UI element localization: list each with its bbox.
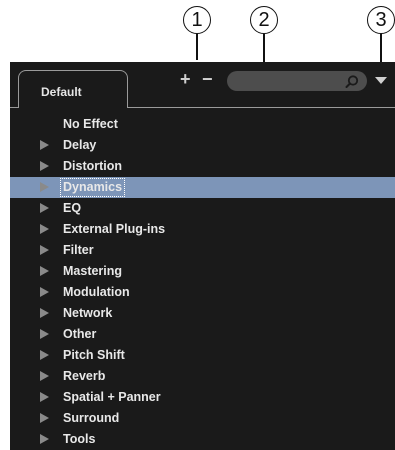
effect-category-item[interactable]: Surround [10,408,395,429]
effect-category-item[interactable]: No Effect [10,114,395,135]
screenshot-stage: 1 2 3 Default + − No Effect Delay Distorti… [0,0,395,450]
effect-category-item[interactable]: Network [10,303,395,324]
tab-default[interactable]: Default [18,70,128,108]
expand-arrow-icon[interactable] [40,224,49,234]
expand-arrow-icon[interactable] [40,140,49,150]
add-preset-button[interactable]: + [180,70,191,88]
effect-category-label: Mastering [63,264,123,278]
effect-category-item[interactable]: Pitch Shift [10,345,395,366]
callout-1: 1 [183,6,211,34]
effect-category-label: External Plug-ins [63,222,166,236]
effect-category-item[interactable]: Spatial + Panner [10,387,395,408]
expand-arrow-icon[interactable] [40,392,49,402]
effects-browser-panel: Default + − No Effect Delay Distortion Dyna… [10,62,395,450]
effect-category-item[interactable]: Delay [10,135,395,156]
expand-arrow-icon[interactable] [40,245,49,255]
expand-arrow-icon[interactable] [40,203,49,213]
effect-category-label: Reverb [63,369,106,383]
expand-arrow-icon[interactable] [40,161,49,171]
expand-arrow-icon[interactable] [40,182,49,192]
remove-preset-button[interactable]: − [202,70,213,88]
tab-default-label: Default [41,85,82,99]
effect-category-item[interactable]: Distortion [10,156,395,177]
effect-category-item[interactable]: Filter [10,240,395,261]
expand-arrow-icon[interactable] [40,350,49,360]
effect-category-item[interactable]: External Plug-ins [10,219,395,240]
effect-category-item[interactable]: Other [10,324,395,345]
expand-arrow-icon[interactable] [40,371,49,381]
expand-arrow-icon[interactable] [40,434,49,444]
effect-category-item[interactable]: Modulation [10,282,395,303]
effect-category-label: Filter [63,243,94,257]
effect-category-label: Network [63,306,113,320]
callout-2: 2 [250,6,278,34]
callout-2-leader [263,34,265,64]
chevron-down-icon[interactable] [375,77,387,85]
expand-arrow-icon[interactable] [40,329,49,339]
expand-arrow-icon[interactable] [40,413,49,423]
effect-category-label: Surround [63,411,120,425]
effect-category-label: Distortion [63,159,123,173]
effect-category-item[interactable]: Tools [10,429,395,450]
effect-category-label: Spatial + Panner [63,390,161,404]
expand-arrow-icon[interactable] [40,287,49,297]
effect-category-item[interactable]: EQ [10,198,395,219]
callout-1-leader [196,34,198,60]
effect-category-item[interactable]: Mastering [10,261,395,282]
effects-tree: No Effect Delay Distortion Dynamics EQ Extern… [10,114,395,450]
effect-category-label: EQ [63,201,82,215]
effect-category-item[interactable]: Dynamics [10,177,395,198]
callout-3-leader [380,34,382,64]
tab-divider [127,107,395,108]
effect-category-label: Other [63,327,97,341]
expand-arrow-icon[interactable] [40,266,49,276]
effect-category-label: Dynamics [60,178,126,197]
effect-category-label: Pitch Shift [63,348,125,362]
effect-category-label: Tools [63,432,96,446]
search-icon[interactable] [344,74,360,90]
callout-3: 3 [367,6,395,34]
effect-category-label: No Effect [63,117,118,131]
effect-category-label: Delay [63,138,97,152]
effect-category-item[interactable]: Reverb [10,366,395,387]
expand-arrow-icon[interactable] [40,308,49,318]
effect-category-label: Modulation [63,285,130,299]
